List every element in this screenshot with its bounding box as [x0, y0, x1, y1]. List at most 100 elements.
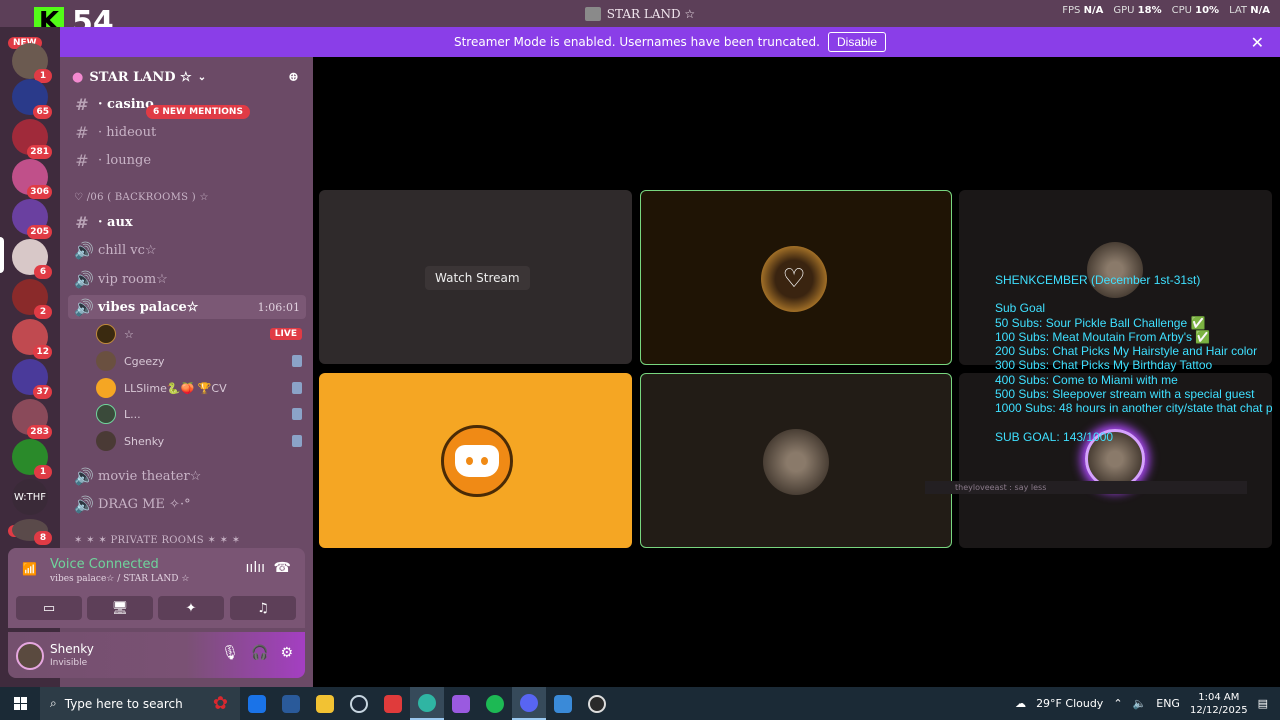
- soundboard-button[interactable]: ♫: [230, 596, 296, 620]
- start-button[interactable]: [0, 697, 40, 710]
- noise-suppression-icon[interactable]: ıılıı: [246, 560, 265, 576]
- call-timer: 1:06:01: [257, 300, 300, 314]
- speaker-icon: 🔊: [74, 240, 94, 260]
- avatar: [96, 431, 116, 451]
- weather-icon[interactable]: ☁: [1015, 697, 1026, 710]
- language[interactable]: ENG: [1156, 697, 1180, 710]
- hash-icon: #: [75, 94, 89, 114]
- server-icon[interactable]: W:THF: [12, 479, 48, 515]
- headphones-icon[interactable]: 🎧: [251, 645, 268, 661]
- wps-app[interactable]: [376, 687, 410, 720]
- voice-channel-movie[interactable]: 🔊 movie theater☆: [74, 464, 304, 488]
- server-icon[interactable]: 65: [12, 79, 52, 119]
- speaker-icon: 🔊: [74, 269, 94, 289]
- mobile-icon: [292, 435, 302, 447]
- server-icon[interactable]: 12: [12, 319, 52, 359]
- voice-user[interactable]: Shenky: [96, 429, 302, 453]
- server-icon[interactable]: 8: [12, 519, 52, 545]
- chat-overlay-line: theyloveeast : say less: [925, 481, 1247, 494]
- sub-goal-overlay: SHENKCEMBER (December 1st-31st) Sub Goal…: [995, 273, 1273, 444]
- outlook-app[interactable]: [240, 687, 274, 720]
- weather-text[interactable]: 29°F Cloudy: [1036, 697, 1103, 710]
- discord-app[interactable]: [512, 687, 546, 720]
- server-icon[interactable]: 283: [12, 399, 52, 439]
- voice-channel-vibes[interactable]: 🔊 vibes palace☆ 1:06:01: [68, 295, 306, 319]
- server-icon[interactable]: 281: [12, 119, 52, 159]
- latency-stat: LAT N/A: [1229, 5, 1270, 16]
- voice-channel-vip[interactable]: 🔊 vip room☆: [74, 267, 304, 291]
- user-tile[interactable]: ♡: [640, 190, 952, 365]
- voice-channel-drag[interactable]: 🔊 DRAG ME ✧·°: [74, 492, 304, 516]
- avatar: [96, 324, 116, 344]
- server-icon[interactable]: 1: [12, 439, 52, 479]
- copilot-app[interactable]: [444, 687, 478, 720]
- voice-user[interactable]: ☆ LIVE: [96, 322, 302, 346]
- category-private-rooms[interactable]: ✶ ✶ ✶ PRIVATE ROOMS ✶ ✶ ✶: [74, 535, 240, 546]
- new-mentions-badge[interactable]: 6 NEW MENTIONS: [146, 105, 250, 119]
- guild-header[interactable]: ● STAR LAND ☆ ⌄ ⊕: [60, 57, 313, 97]
- cpu-stat: CPU 10%: [1171, 5, 1220, 16]
- speaker-icon: 🔊: [74, 494, 94, 514]
- avatar: [96, 404, 116, 424]
- disable-streamer-mode-button[interactable]: Disable: [827, 32, 887, 52]
- steam-app[interactable]: [342, 687, 376, 720]
- gear-icon[interactable]: ⚙: [280, 645, 293, 661]
- add-member-icon[interactable]: ⊕: [288, 70, 299, 85]
- camera-off-button[interactable]: ▭: [16, 596, 82, 620]
- file-explorer-app[interactable]: [308, 687, 342, 720]
- voice-user[interactable]: L...: [96, 402, 302, 426]
- voice-user[interactable]: Cgeezy: [96, 349, 302, 373]
- server-icon[interactable]: 6: [12, 239, 52, 279]
- fps-stat: FPS N/A: [1062, 5, 1104, 16]
- goal-line: 50 Subs: Sour Pickle Ball Challenge ✅: [995, 315, 1206, 330]
- user-tile[interactable]: [319, 373, 632, 548]
- voice-location: vibes palace☆ / STAR LAND ☆: [50, 574, 190, 584]
- live-badge: LIVE: [269, 328, 302, 340]
- volume-icon[interactable]: 🔈: [1133, 697, 1147, 710]
- store-app[interactable]: [274, 687, 308, 720]
- goal-line: 400 Subs: Come to Miami with me: [995, 372, 1178, 387]
- microphone-icon[interactable]: 🎙: [221, 645, 239, 661]
- watch-stream-button[interactable]: Watch Stream: [425, 266, 530, 290]
- notification-icon[interactable]: ▤: [1258, 697, 1268, 710]
- stream-tile[interactable]: Watch Stream: [319, 190, 632, 364]
- avatar: [763, 429, 829, 495]
- category-backrooms[interactable]: ♡ /06 ( BACKROOMS ) ☆: [74, 192, 209, 203]
- windows-icon: [13, 697, 27, 710]
- channel-aux[interactable]: # · aux: [74, 210, 304, 234]
- voice-status: Voice Connected: [50, 557, 159, 572]
- taskbar: ⌕ Type here to search ✿ ☁ 29°F Cloudy ⌃ …: [0, 687, 1280, 720]
- activities-button[interactable]: ✦: [158, 596, 224, 620]
- chevron-up-icon[interactable]: ⌃: [1113, 697, 1122, 710]
- window-title: STAR LAND ☆: [606, 6, 696, 21]
- channel-lounge[interactable]: # · lounge: [74, 148, 304, 172]
- edge-app[interactable]: [410, 687, 444, 720]
- gpu-stat: GPU 18%: [1113, 5, 1162, 16]
- disconnect-icon[interactable]: ☎: [274, 560, 291, 576]
- user-tile[interactable]: [640, 373, 952, 548]
- goal-line: 300 Subs: Chat Picks My Birthday Tattoo: [995, 358, 1213, 373]
- hash-icon: #: [75, 122, 89, 142]
- performance-overlay: FPS N/A GPU 18% CPU 10% LAT N/A: [1062, 5, 1270, 16]
- voice-channel-chill[interactable]: 🔊 chill vc☆: [74, 238, 304, 262]
- window-app[interactable]: [546, 687, 580, 720]
- server-icon[interactable]: 2: [12, 279, 52, 319]
- server-icon[interactable]: 37: [12, 359, 52, 399]
- voice-user[interactable]: LLSlime🐍🍑 🏆CV: [96, 376, 302, 400]
- server-icon: [584, 6, 601, 21]
- obs-app[interactable]: [580, 687, 614, 720]
- taskbar-search[interactable]: ⌕ Type here to search ✿: [40, 687, 240, 720]
- channel-hideout[interactable]: # · hideout: [74, 120, 304, 144]
- avatar[interactable]: [16, 642, 44, 670]
- server-icon[interactable]: 306: [12, 159, 52, 199]
- system-tray: ☁ 29°F Cloudy ⌃ 🔈 ENG 1:04 AM 12/12/2025…: [1015, 687, 1280, 720]
- clock[interactable]: 1:04 AM 12/12/2025: [1190, 691, 1248, 717]
- spotify-app[interactable]: [478, 687, 512, 720]
- goal-line: 500 Subs: Sleepover stream with a specia…: [995, 387, 1255, 402]
- server-icon[interactable]: 205: [12, 199, 52, 239]
- server-icon[interactable]: 1: [12, 43, 52, 83]
- goal-line: SHENKCEMBER (December 1st-31st): [995, 273, 1201, 287]
- screen-share-button[interactable]: 🖥: [87, 596, 153, 620]
- signal-icon[interactable]: 📶: [22, 562, 37, 576]
- close-icon[interactable]: ✕: [1251, 33, 1264, 52]
